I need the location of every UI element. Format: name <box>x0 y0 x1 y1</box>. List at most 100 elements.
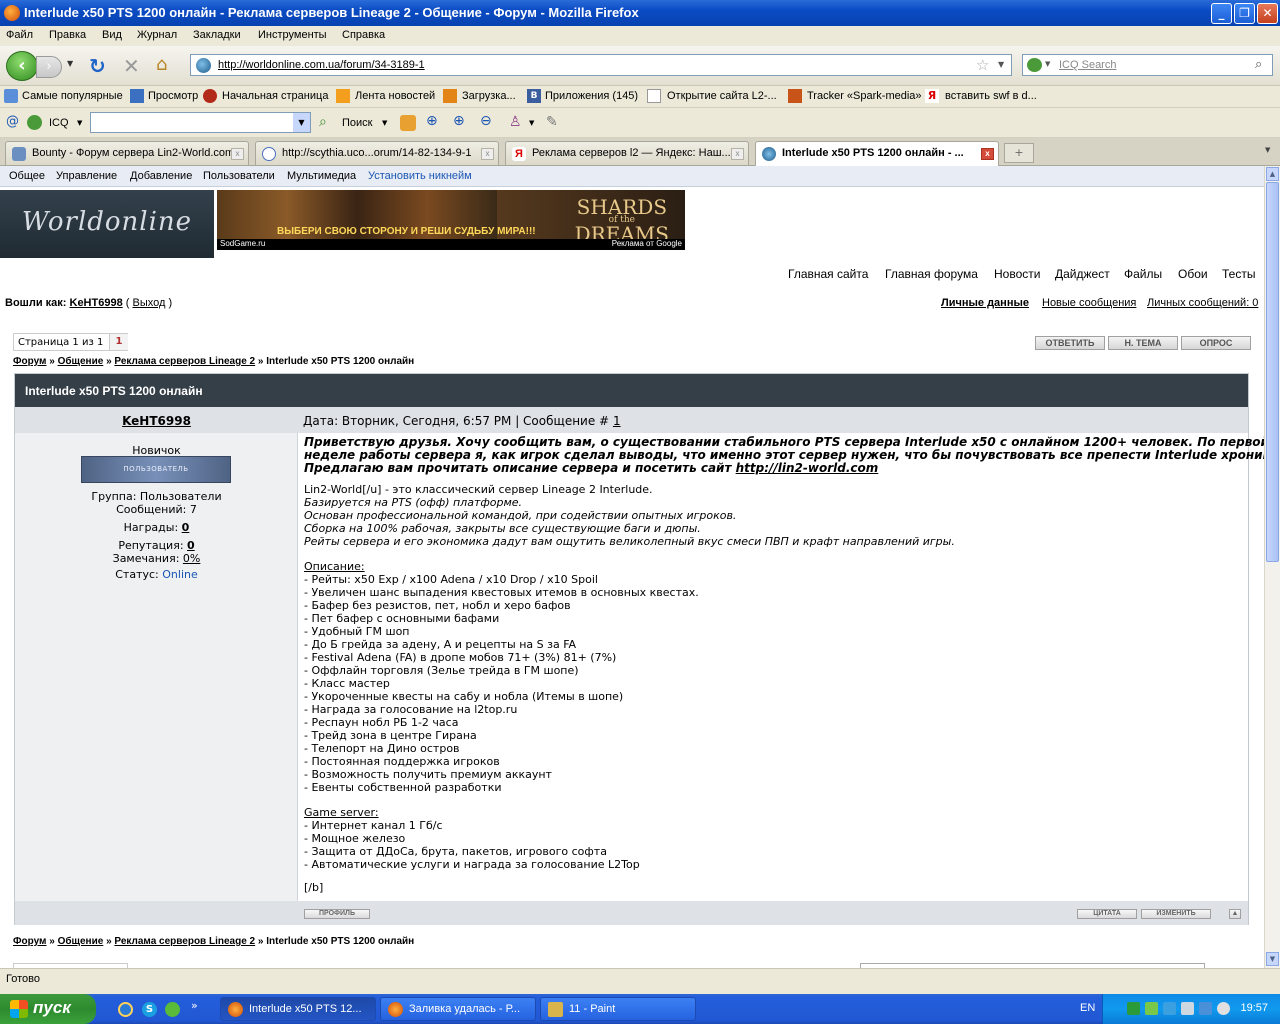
icq-icon[interactable] <box>165 1002 180 1017</box>
reload-icon[interactable]: ↻ <box>89 54 106 78</box>
awards-link[interactable]: 0 <box>182 521 190 534</box>
new-tab-button[interactable]: + <box>1004 143 1034 163</box>
nav-forum-home[interactable]: Главная форума <box>885 267 978 281</box>
start-button[interactable]: пуск <box>0 994 96 1024</box>
task-paint[interactable]: 11 - Paint <box>540 997 696 1021</box>
menu-edit[interactable]: Правка <box>49 29 86 41</box>
close-tab-icon[interactable]: x <box>481 148 494 160</box>
bookmark-item[interactable]: Загрузка... <box>462 90 516 102</box>
post-number-link[interactable]: 1 <box>613 414 621 428</box>
poll-button[interactable]: ОПРОС <box>1181 336 1251 350</box>
ie-icon[interactable] <box>118 1002 133 1017</box>
breadcrumb-section[interactable]: Реклама серверов Lineage 2 <box>114 356 255 367</box>
tool-icon[interactable] <box>400 115 416 131</box>
forward-button[interactable]: › <box>36 56 62 78</box>
nav-wallpapers[interactable]: Обои <box>1178 267 1208 281</box>
menu-bookmarks[interactable]: Закладки <box>193 29 241 41</box>
bookmark-item[interactable]: Приложения (145) <box>545 90 638 102</box>
menu-history[interactable]: Журнал <box>137 29 177 41</box>
user-icon[interactable]: ♙ <box>509 114 522 130</box>
reputation-link[interactable]: 0 <box>187 539 195 552</box>
zoom-out-icon[interactable]: ⊖ <box>480 113 492 129</box>
topnav-item[interactable]: Добавление <box>130 170 192 182</box>
back-button[interactable]: ‹ <box>6 51 38 81</box>
icq-label[interactable]: ICQ <box>49 117 69 129</box>
pager-current[interactable]: 1 <box>109 334 128 350</box>
close-tab-icon[interactable]: x <box>731 148 744 160</box>
task-firefox-upload[interactable]: Заливка удалась - Р... <box>380 997 536 1021</box>
bookmark-item[interactable]: Tracker «Spark-media» <box>807 90 922 102</box>
home-icon[interactable]: ⌂ <box>156 54 167 75</box>
private-messages-link[interactable]: Личных сообщений: 0 <box>1147 297 1258 309</box>
breadcrumb-general[interactable]: Общение <box>58 936 104 947</box>
icq-search-input[interactable]: ▼ <box>90 112 311 133</box>
address-bar[interactable]: http://worldonline.com.ua/forum/34-3189-… <box>190 54 1012 76</box>
nav-tests[interactable]: Тесты <box>1222 267 1255 281</box>
tab-list-icon[interactable]: ▼ <box>1265 146 1270 154</box>
menu-tools[interactable]: Инструменты <box>258 29 327 41</box>
scroll-up-icon[interactable]: ▲ <box>1266 167 1279 181</box>
personal-data-link[interactable]: Личные данные <box>941 297 1029 309</box>
breadcrumb-forum[interactable]: Форум <box>13 936 46 947</box>
close-tab-icon[interactable]: x <box>981 148 994 160</box>
scroll-thumb[interactable] <box>1266 182 1279 562</box>
language-indicator[interactable]: EN <box>1080 1002 1095 1014</box>
tab-scythia[interactable]: http://scythia.uco...orum/14-82-134-9-1 … <box>255 141 499 165</box>
bookmark-item[interactable]: вставить swf в d... <box>945 90 1037 102</box>
icq-flower-icon[interactable] <box>1027 58 1042 72</box>
bookmark-item[interactable]: Лента новостей <box>355 90 435 102</box>
topnav-item[interactable]: Мультимедиа <box>287 170 356 182</box>
tab-interlude[interactable]: Interlude x50 PTS 1200 онлайн - ... x <box>755 141 999 167</box>
search-dropdown-icon[interactable]: ▼ <box>382 119 387 127</box>
close-button[interactable]: ✕ <box>1257 3 1278 24</box>
pen-icon[interactable]: ✎ <box>546 114 558 130</box>
new-messages-link[interactable]: Новые сообщения <box>1042 297 1136 309</box>
quicklaunch-more-icon[interactable]: » <box>191 999 198 1012</box>
history-dropdown-icon[interactable]: ▼ <box>67 59 73 68</box>
reply-button[interactable]: ОТВЕТИТЬ <box>1035 336 1105 350</box>
topnav-item[interactable]: Установить никнейм <box>368 170 472 182</box>
warnings-link[interactable]: 0% <box>183 552 200 565</box>
menu-view[interactable]: Вид <box>102 29 122 41</box>
at-icon[interactable]: @ <box>6 114 19 129</box>
site-link[interactable]: http://lin2-world.com <box>736 461 879 475</box>
logout-link[interactable]: Выход <box>132 297 165 309</box>
search-box[interactable]: ▼ ICQ Search ⌕ <box>1022 54 1273 76</box>
vertical-scrollbar[interactable]: ▲ ▼ <box>1264 166 1280 968</box>
search-icon[interactable]: ⌕ <box>319 114 327 130</box>
ads-by-google[interactable]: Реклама от Google <box>612 239 682 248</box>
bookmark-star-icon[interactable]: ☆ <box>976 56 989 74</box>
menu-help[interactable]: Справка <box>342 29 385 41</box>
tab-yandex[interactable]: Я Реклама серверов l2 — Яндекс: Наш... x <box>505 141 749 165</box>
logged-in-user[interactable]: KeHT6998 <box>70 297 123 309</box>
close-tab-icon[interactable]: x <box>231 148 244 160</box>
scroll-top-icon[interactable]: ▲ <box>1229 909 1241 919</box>
menu-file[interactable]: Файл <box>6 29 33 41</box>
nav-news[interactable]: Новости <box>994 267 1040 281</box>
topnav-item[interactable]: Управление <box>56 170 117 182</box>
tray-icon[interactable] <box>1181 1002 1194 1015</box>
icq-dropdown-icon[interactable]: ▼ <box>77 119 82 127</box>
breadcrumb-forum[interactable]: Форум <box>13 356 46 367</box>
volume-icon[interactable] <box>1217 1002 1230 1015</box>
edit-button[interactable]: ИЗМЕНИТЬ <box>1141 909 1211 919</box>
profile-button[interactable]: ПРОФИЛЬ <box>304 909 370 919</box>
tray-icon[interactable] <box>1127 1002 1140 1015</box>
tray-icon[interactable] <box>1145 1002 1158 1015</box>
tray-icon[interactable] <box>1199 1002 1212 1015</box>
search-icon[interactable]: ⌕ <box>1255 57 1262 72</box>
nav-site-home[interactable]: Главная сайта <box>788 267 868 281</box>
tray-icon[interactable] <box>1163 1002 1176 1015</box>
icq-search-button[interactable]: Поиск <box>342 117 372 129</box>
quote-button[interactable]: ЦИТАТА <box>1077 909 1137 919</box>
chevron-down-icon[interactable]: ▼ <box>293 113 310 132</box>
bookmark-item[interactable]: Просмотр <box>148 90 198 102</box>
nav-files[interactable]: Файлы <box>1124 267 1162 281</box>
minimize-button[interactable]: _ <box>1211 3 1232 24</box>
scroll-down-icon[interactable]: ▼ <box>1266 952 1279 966</box>
stop-icon[interactable]: ✕ <box>123 54 140 78</box>
topnav-item[interactable]: Пользователи <box>203 170 275 182</box>
tab-bounty[interactable]: Bounty - Форум сервера Lin2-World.com x <box>5 141 249 165</box>
user-dropdown-icon[interactable]: ▼ <box>529 119 534 127</box>
post-author[interactable]: KeHT6998 <box>15 407 298 433</box>
